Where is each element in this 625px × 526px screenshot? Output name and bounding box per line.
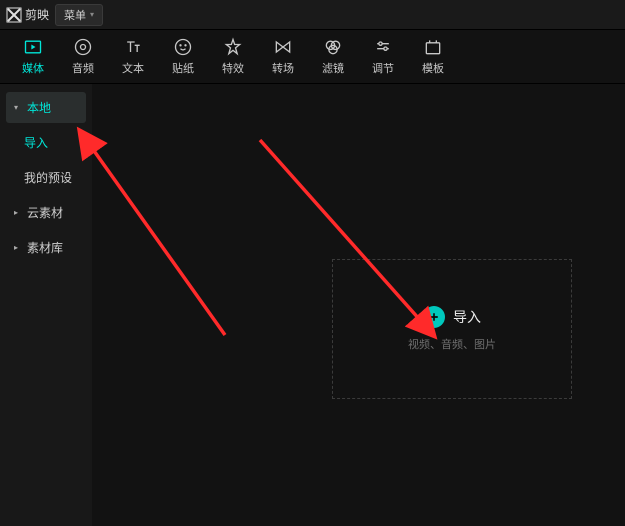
tab-label: 音频 (72, 60, 94, 76)
tab-label: 滤镜 (322, 60, 344, 76)
sticker-icon (173, 37, 193, 57)
chevron-down-icon: ▾ (90, 10, 94, 19)
sidebar-item-cloud[interactable]: ▸ 云素材 (6, 197, 86, 228)
logo-icon (6, 7, 22, 23)
tab-adjust[interactable]: 调节 (358, 37, 408, 76)
app-logo: 剪映 (6, 6, 49, 23)
tab-template[interactable]: 模板 (408, 37, 458, 76)
adjust-icon (373, 37, 393, 57)
tab-effect[interactable]: 特效 (208, 37, 258, 76)
tab-sticker[interactable]: 贴纸 (158, 37, 208, 76)
collapse-icon: ▸ (14, 208, 23, 217)
transition-icon (273, 37, 293, 57)
tab-label: 贴纸 (172, 60, 194, 76)
sidebar-item-label: 云素材 (27, 204, 63, 221)
tab-text[interactable]: 文本 (108, 37, 158, 76)
template-icon (423, 37, 443, 57)
sidebar-item-presets[interactable]: 我的预设 (6, 162, 86, 193)
tab-transition[interactable]: 转场 (258, 37, 308, 76)
sidebar-item-import[interactable]: 导入 (6, 127, 86, 158)
tab-label: 转场 (272, 60, 294, 76)
sidebar-item-label: 素材库 (27, 239, 63, 256)
sidebar: ▾ 本地 导入 我的预设 ▸ 云素材 ▸ 素材库 (0, 84, 92, 526)
tab-label: 媒体 (22, 60, 44, 76)
tab-label: 模板 (422, 60, 444, 76)
menu-label: 菜单 (64, 7, 86, 23)
sidebar-item-label: 导入 (24, 134, 48, 151)
category-toolbar: 媒体 音频 文本 贴纸 特效 转场 滤镜 调节 模板 (0, 30, 625, 84)
tab-label: 文本 (122, 60, 144, 76)
menu-button[interactable]: 菜单 ▾ (55, 4, 103, 26)
sidebar-item-label: 我的预设 (24, 169, 72, 186)
tab-audio[interactable]: 音频 (58, 37, 108, 76)
main-area: ▾ 本地 导入 我的预设 ▸ 云素材 ▸ 素材库 导入 视频、音频、图片 (0, 84, 625, 526)
dropzone-row: 导入 (423, 306, 481, 328)
sidebar-item-label: 本地 (27, 99, 51, 116)
tab-media[interactable]: 媒体 (8, 37, 58, 76)
tab-filter[interactable]: 滤镜 (308, 37, 358, 76)
title-bar: 剪映 菜单 ▾ (0, 0, 625, 30)
app-name: 剪映 (25, 6, 49, 23)
plus-icon (423, 306, 445, 328)
tab-label: 调节 (372, 60, 394, 76)
expand-icon: ▾ (14, 103, 23, 112)
sidebar-item-library[interactable]: ▸ 素材库 (6, 232, 86, 263)
sidebar-item-local[interactable]: ▾ 本地 (6, 92, 86, 123)
dropzone-subtext: 视频、音频、图片 (408, 336, 496, 352)
import-dropzone[interactable]: 导入 视频、音频、图片 (332, 259, 572, 399)
effect-icon (223, 37, 243, 57)
media-icon (23, 37, 43, 57)
content-area: 导入 视频、音频、图片 (92, 84, 625, 526)
filter-icon (323, 37, 343, 57)
tab-label: 特效 (222, 60, 244, 76)
collapse-icon: ▸ (14, 243, 23, 252)
dropzone-label: 导入 (453, 307, 481, 327)
text-icon (123, 37, 143, 57)
audio-icon (73, 37, 93, 57)
